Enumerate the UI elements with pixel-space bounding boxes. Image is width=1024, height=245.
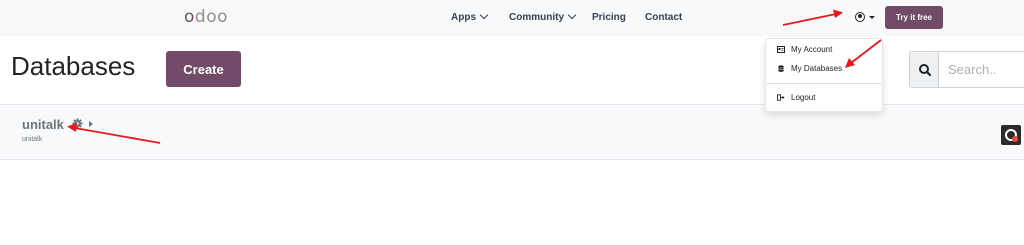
nav-community[interactable]: Community xyxy=(509,10,577,23)
menu-item-logout[interactable]: Logout xyxy=(777,93,815,102)
nav-community-label: Community xyxy=(509,12,564,23)
menu-item-label: Logout xyxy=(791,93,816,102)
create-button[interactable]: Create xyxy=(166,51,241,87)
database-row xyxy=(0,104,1024,160)
id-card-icon xyxy=(777,46,785,53)
search-input[interactable]: Search.. xyxy=(938,51,1024,88)
database-icon xyxy=(778,65,784,72)
search-group: Search.. xyxy=(909,51,1024,88)
chevron-down-icon xyxy=(479,10,489,20)
user-menu-toggle[interactable] xyxy=(855,11,877,25)
menu-item-my-account[interactable]: My Account xyxy=(777,45,832,54)
nav-pricing[interactable]: Pricing xyxy=(592,12,626,23)
search-icon xyxy=(919,64,932,77)
search-button[interactable] xyxy=(909,51,939,88)
try-it-free-button[interactable]: Try it free xyxy=(885,6,943,29)
menu-item-label: My Account xyxy=(791,45,833,54)
page-title: Databases xyxy=(11,51,136,81)
database-subtitle: unitalk xyxy=(22,136,43,143)
sign-out-icon xyxy=(777,94,785,101)
database-name-link[interactable]: unitalk xyxy=(22,117,64,132)
nav-apps-label: Apps xyxy=(451,12,476,23)
gear-icon[interactable] xyxy=(72,118,83,129)
chevron-down-icon xyxy=(567,10,577,20)
caret-down-icon xyxy=(869,16,875,19)
menu-divider xyxy=(766,83,882,84)
app-thumbnail-icon[interactable] xyxy=(1001,125,1021,145)
search-placeholder: Search.. xyxy=(948,62,997,77)
user-dropdown-menu: My Account My Databases Logout xyxy=(765,38,883,112)
odoo-logo[interactable]: odoo xyxy=(184,7,228,27)
user-head-shape xyxy=(858,14,862,18)
menu-item-my-databases[interactable]: My Databases xyxy=(777,64,842,73)
nav-apps[interactable]: Apps xyxy=(451,10,489,23)
thumbnail-dot xyxy=(1012,136,1018,142)
nav-contact[interactable]: Contact xyxy=(645,12,682,23)
caret-right-icon[interactable] xyxy=(89,121,93,127)
top-navbar: odoo Apps Community Pricing Contact Try … xyxy=(0,0,1024,36)
menu-item-label: My Databases xyxy=(791,64,843,73)
